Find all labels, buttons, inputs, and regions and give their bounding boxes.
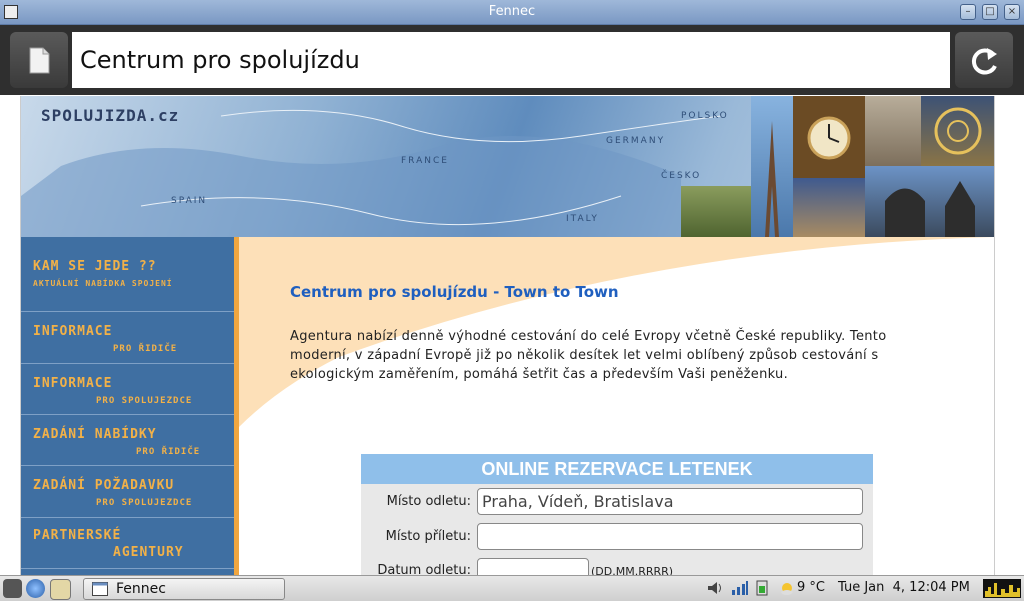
- nav-item-subtitle: PRO ŘIDIČE: [136, 447, 201, 457]
- nav-item-informace-spolujezdce[interactable]: INFORMACE PRO SPOLUJEZDCE: [21, 364, 234, 415]
- taskbar-window-label: Fennec: [116, 581, 166, 597]
- clock-photo: [793, 96, 865, 178]
- nav-item-title: INFORMACE: [33, 324, 113, 339]
- cathedral-photo: [865, 166, 994, 237]
- departure-label: Místo odletu:: [386, 494, 471, 509]
- arrival-input[interactable]: [477, 523, 863, 550]
- close-icon[interactable]: ×: [1004, 4, 1020, 20]
- reload-button[interactable]: [955, 32, 1013, 88]
- page-title-in-urlbar: Centrum pro spolujízdu: [80, 46, 360, 74]
- clock[interactable]: Tue Jan 4, 12:04 PM: [838, 580, 970, 595]
- network-signal-icon[interactable]: [731, 580, 749, 596]
- window-titlebar: Fennec – □ ×: [0, 0, 1024, 25]
- nav-item-subtitle: AGENTURY: [113, 545, 184, 560]
- landscape-photo: [681, 186, 751, 237]
- departure-input[interactable]: Praha, Vídeň, Bratislava: [477, 488, 863, 515]
- nav-item-title: PARTNERSKÉ: [33, 528, 122, 543]
- departure-date-label: Datum odletu:: [377, 563, 471, 575]
- map-label: SPAIN: [171, 196, 208, 206]
- reload-icon: [971, 48, 997, 75]
- site-banner: SPOLUJIZDA.cz FRANCE SPAIN GERMANY ITALY…: [21, 96, 994, 237]
- nav-item-subtitle: AKTUÁLNÍ NABÍDKA SPOJENÍ: [33, 279, 173, 288]
- date-format-hint: (DD.MM.RRRR): [591, 565, 674, 575]
- nav-item-zadani-nabidky[interactable]: ZADÁNÍ NABÍDKY PRO ŘIDIČE: [21, 415, 234, 466]
- tower-photo: [865, 96, 921, 166]
- nav-item-title: ZADÁNÍ POŽADAVKU: [33, 478, 175, 493]
- url-bar[interactable]: Centrum pro spolujízdu: [72, 32, 950, 88]
- nav-item-informace-ridice[interactable]: INFORMACE PRO ŘIDIČE: [21, 312, 234, 364]
- map-label: ČESKO: [661, 171, 702, 181]
- weather-sun-icon: [781, 583, 793, 595]
- nav-item-subtitle: PRO ŘIDIČE: [113, 344, 178, 354]
- minimize-icon[interactable]: –: [960, 4, 976, 20]
- nav-item-partnerske-agentury[interactable]: PARTNERSKÉ AGENTURY: [21, 518, 234, 569]
- nav-item-title: ZADÁNÍ NABÍDKY: [33, 427, 157, 442]
- eiffel-photo: [751, 96, 793, 237]
- site-logo[interactable]: SPOLUJIZDA.cz: [41, 106, 179, 125]
- page-icon: [29, 47, 50, 74]
- browser-launcher-icon[interactable]: [26, 579, 45, 598]
- form-title: ONLINE REZERVACE LETENEK: [361, 454, 873, 484]
- web-page: SPOLUJIZDA.cz FRANCE SPAIN GERMANY ITALY…: [20, 96, 995, 575]
- flight-reservation-form: ONLINE REZERVACE LETENEK Místo odletu: P…: [361, 454, 873, 575]
- nav-item-subtitle: PRO SPOLUJEZDCE: [96, 396, 193, 406]
- map-label: GERMANY: [606, 136, 666, 146]
- nav-item-zadani-pozadavku[interactable]: ZADÁNÍ POŽADAVKU PRO SPOLUJEZDCE: [21, 466, 234, 518]
- arrival-label: Místo příletu:: [385, 529, 471, 544]
- nav-item-kam-se-jede[interactable]: KAM SE JEDE ?? AKTUÁLNÍ NABÍDKA SPOJENÍ: [21, 237, 234, 312]
- window-title: Fennec: [488, 4, 536, 19]
- map-label: FRANCE: [401, 156, 449, 166]
- battery-icon[interactable]: [754, 580, 772, 596]
- nav-item-title: INFORMACE: [33, 376, 113, 391]
- window-icon: [92, 582, 108, 596]
- church-photo: [793, 178, 865, 237]
- main-menu-icon[interactable]: [3, 579, 22, 598]
- volume-icon[interactable]: [706, 580, 724, 596]
- departure-date-input[interactable]: [477, 558, 589, 575]
- system-monitor-graph[interactable]: [983, 579, 1021, 598]
- browser-toolbar: Centrum pro spolujízdu: [0, 25, 1024, 95]
- map-label: ITALY: [566, 214, 599, 224]
- site-identity-button[interactable]: [10, 32, 68, 88]
- nav-item-subtitle: PRO SPOLUJEZDCE: [96, 498, 193, 508]
- nav-item-title: KAM SE JEDE ??: [33, 259, 157, 274]
- intro-paragraph: Agentura nabízí denně výhodné cestování …: [290, 329, 887, 382]
- taskbar: Fennec 9 °C Tue Jan 4, 12:04 PM: [0, 575, 1024, 601]
- web-content: SPOLUJIZDA.cz FRANCE SPAIN GERMANY ITALY…: [0, 96, 1024, 575]
- astronomical-clock-photo: [921, 96, 994, 166]
- page-heading: Centrum pro spolujízdu - Town to Town: [290, 283, 619, 301]
- maximize-icon[interactable]: □: [982, 4, 998, 20]
- map-label: POLSKO: [681, 111, 729, 121]
- weather-temperature[interactable]: 9 °C: [797, 580, 825, 595]
- notes-launcher-icon[interactable]: [50, 579, 71, 600]
- taskbar-window-fennec[interactable]: Fennec: [83, 578, 285, 600]
- sidebar-nav: KAM SE JEDE ?? AKTUÁLNÍ NABÍDKA SPOJENÍ …: [21, 237, 239, 575]
